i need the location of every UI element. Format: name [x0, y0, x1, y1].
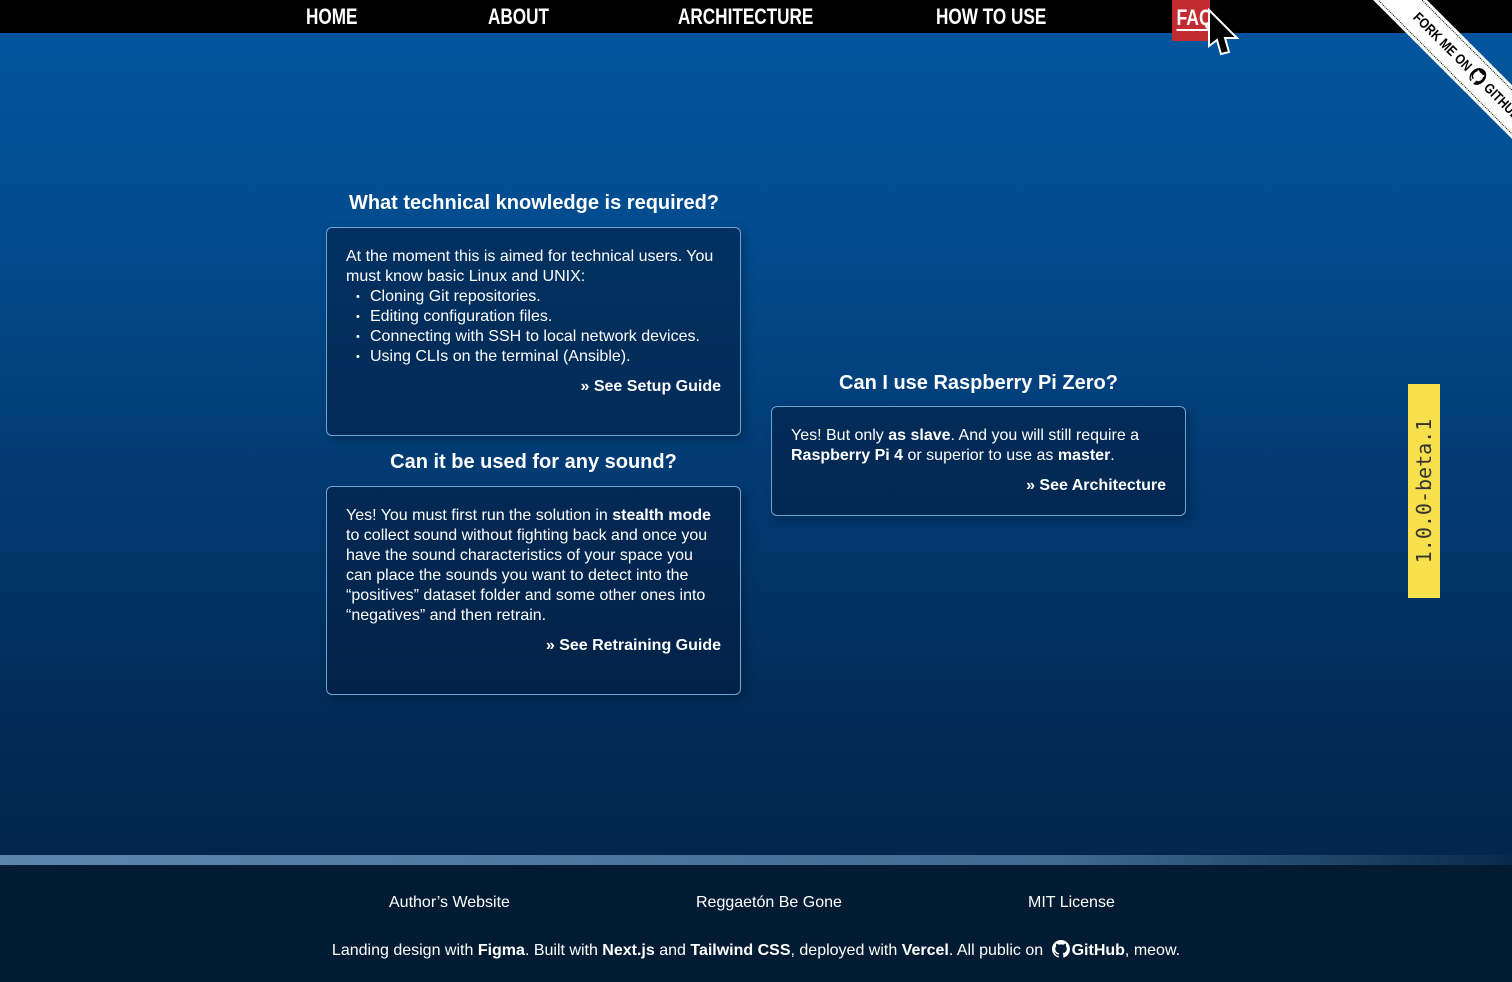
nav-how-to-use[interactable]: HOW TO USE	[936, 0, 1046, 33]
credits-text: Landing design with	[331, 942, 478, 959]
faq-question-any-sound: Can it be used for any sound?	[390, 451, 677, 473]
github-icon	[1051, 940, 1070, 958]
requirements-list: Cloning Git repositories. Editing config…	[346, 287, 721, 367]
footer-link-mit-license[interactable]: MIT License	[1028, 894, 1115, 912]
faq-card-any-sound: Yes! You must first run the solution in …	[326, 486, 741, 695]
footer-stripe	[0, 855, 1512, 865]
footer-link-reggaeton-be-gone[interactable]: Reggaetón Be Gone	[696, 894, 842, 912]
list-item: Using CLIs on the terminal (Ansible).	[356, 347, 721, 367]
credits-text: and	[654, 942, 691, 959]
list-item: Editing configuration files.	[356, 307, 721, 327]
main-background	[0, 0, 1512, 855]
faq-question-raspberry-pi-zero: Can I use Raspberry Pi Zero?	[839, 372, 1118, 394]
version-badge: 1.0.0-beta.1	[1408, 384, 1440, 598]
credits-text: . All public on	[948, 942, 1048, 959]
faq-answer-raspberry-pi-zero: Yes! But only as slave. And you will sti…	[791, 426, 1166, 466]
credits-text: , meow.	[1124, 942, 1181, 959]
list-item: Cloning Git repositories.	[356, 287, 721, 307]
nav-home[interactable]: HOME	[306, 0, 357, 33]
list-item: Connecting with SSH to local network dev…	[356, 327, 721, 347]
footer	[0, 865, 1512, 982]
see-retraining-guide-link[interactable]: » See Retraining Guide	[346, 636, 721, 656]
credit-tailwind-link[interactable]: Tailwind CSS	[690, 942, 790, 959]
footer-link-authors-website[interactable]: Author’s Website	[389, 894, 510, 912]
answer-emphasis: as slave	[888, 427, 951, 444]
nav-about[interactable]: ABOUT	[488, 0, 549, 33]
see-setup-guide-link[interactable]: » See Setup Guide	[346, 377, 721, 397]
fork-ribbon-container: FORK ME ON GITHUB	[1352, 0, 1512, 160]
credit-figma-link[interactable]: Figma	[478, 942, 525, 959]
credit-vercel-link[interactable]: Vercel	[902, 942, 949, 959]
credits-text: . Built with	[524, 942, 603, 959]
answer-emphasis: Raspberry Pi 4	[791, 447, 904, 464]
faq-answer-any-sound: Yes! You must first run the solution in …	[346, 506, 721, 626]
credits-text: , deployed with	[790, 942, 902, 959]
fork-me-ribbon[interactable]: FORK ME ON GITHUB	[1370, 0, 1512, 160]
cursor-icon	[1208, 8, 1240, 56]
footer-credits: Landing design with Figma. Built with Ne…	[0, 940, 1512, 960]
answer-text: to collect sound without fighting back a…	[346, 527, 708, 624]
see-architecture-link[interactable]: » See Architecture	[791, 476, 1166, 496]
faq-card-technical-knowledge: At the moment this is aimed for technica…	[326, 227, 741, 436]
nav-architecture[interactable]: ARCHITECTURE	[678, 0, 813, 33]
answer-text: . And you will still require a	[950, 427, 1140, 444]
faq-answer-intro: At the moment this is aimed for technica…	[346, 248, 714, 285]
ribbon-text-github: GITHUB	[1481, 79, 1512, 124]
answer-text: Yes! You must first run the solution in	[346, 507, 613, 524]
answer-text: or superior to use as	[903, 447, 1058, 464]
ribbon-text: FORK ME ON	[1410, 9, 1476, 75]
version-text: 1.0.0-beta.1	[1412, 418, 1436, 564]
faq-card-raspberry-pi-zero: Yes! But only as slave. And you will sti…	[771, 406, 1186, 516]
credit-github-link[interactable]: GitHub	[1072, 942, 1125, 959]
answer-text: .	[1110, 447, 1115, 464]
answer-text: Yes! But only	[791, 427, 889, 444]
credit-nextjs-link[interactable]: Next.js	[602, 942, 654, 959]
answer-emphasis: master	[1057, 447, 1111, 464]
answer-emphasis: stealth mode	[612, 507, 711, 524]
faq-question-technical-knowledge: What technical knowledge is required?	[348, 192, 720, 214]
top-navbar: HOME ABOUT ARCHITECTURE HOW TO USE	[0, 0, 1512, 33]
